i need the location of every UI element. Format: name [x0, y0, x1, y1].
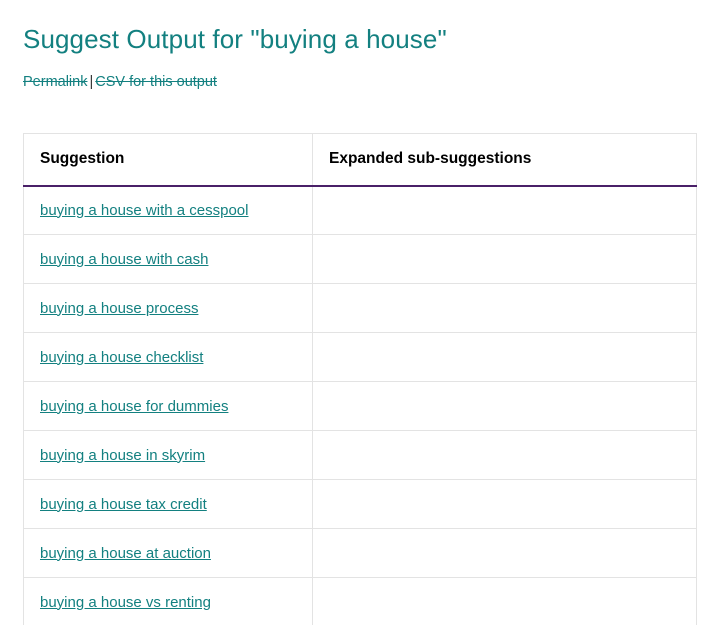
cell-expanded-subsuggestions — [312, 185, 697, 235]
cell-suggestion: buying a house vs renting — [23, 577, 313, 625]
cell-suggestion: buying a house checklist — [23, 332, 313, 382]
suggestion-link[interactable]: buying a house at auction — [40, 545, 211, 562]
permalink-link[interactable]: Permalink — [23, 74, 87, 90]
table-row: buying a house at auction — [23, 528, 697, 578]
cell-suggestion: buying a house with cash — [23, 234, 313, 284]
suggestion-link[interactable]: buying a house with a cesspool — [40, 202, 248, 219]
meta-links-bar: Permalink | CSV for this output — [23, 74, 217, 90]
column-header-expanded: Expanded sub-suggestions — [312, 133, 697, 187]
cell-expanded-subsuggestions — [312, 577, 697, 625]
cell-suggestion: buying a house tax credit — [23, 479, 313, 529]
suggestion-link[interactable]: buying a house vs renting — [40, 594, 211, 611]
table-body: buying a house with a cesspool buying a h… — [23, 185, 697, 625]
page-root: Suggest Output for "buying a house" Perm… — [0, 0, 719, 625]
table-row: buying a house tax credit — [23, 479, 697, 529]
cell-suggestion: buying a house for dummies — [23, 381, 313, 431]
cell-expanded-subsuggestions — [312, 234, 697, 284]
cell-suggestion: buying a house in skyrim — [23, 430, 313, 480]
cell-expanded-subsuggestions — [312, 528, 697, 578]
cell-suggestion: buying a house process — [23, 283, 313, 333]
table-row: buying a house in skyrim — [23, 430, 697, 480]
cell-expanded-subsuggestions — [312, 381, 697, 431]
table-header-row: Suggestion Expanded sub-suggestions — [23, 133, 697, 187]
table-row: buying a house for dummies — [23, 381, 697, 431]
table-row: buying a house process — [23, 283, 697, 333]
csv-output-link[interactable]: CSV for this output — [95, 74, 217, 90]
cell-expanded-subsuggestions — [312, 332, 697, 382]
suggestion-link[interactable]: buying a house checklist — [40, 349, 203, 366]
table-row: buying a house vs renting — [23, 577, 697, 625]
table-row: buying a house with cash — [23, 234, 697, 284]
cell-suggestion: buying a house with a cesspool — [23, 185, 313, 235]
suggestion-link[interactable]: buying a house tax credit — [40, 496, 207, 513]
suggestion-link[interactable]: buying a house process — [40, 300, 198, 317]
suggestion-link[interactable]: buying a house with cash — [40, 251, 208, 268]
suggestion-link[interactable]: buying a house in skyrim — [40, 447, 205, 464]
page-title: Suggest Output for "buying a house" — [23, 24, 447, 54]
table-header: Suggestion Expanded sub-suggestions — [23, 133, 697, 187]
column-header-suggestion: Suggestion — [23, 133, 313, 187]
suggestion-link[interactable]: buying a house for dummies — [40, 398, 228, 415]
cell-suggestion: buying a house at auction — [23, 528, 313, 578]
cell-expanded-subsuggestions — [312, 479, 697, 529]
table-row: buying a house checklist — [23, 332, 697, 382]
cell-expanded-subsuggestions — [312, 283, 697, 333]
suggestions-table: Suggestion Expanded sub-suggestions buyi… — [23, 133, 697, 625]
cell-expanded-subsuggestions — [312, 430, 697, 480]
table-row: buying a house with a cesspool — [23, 185, 697, 235]
